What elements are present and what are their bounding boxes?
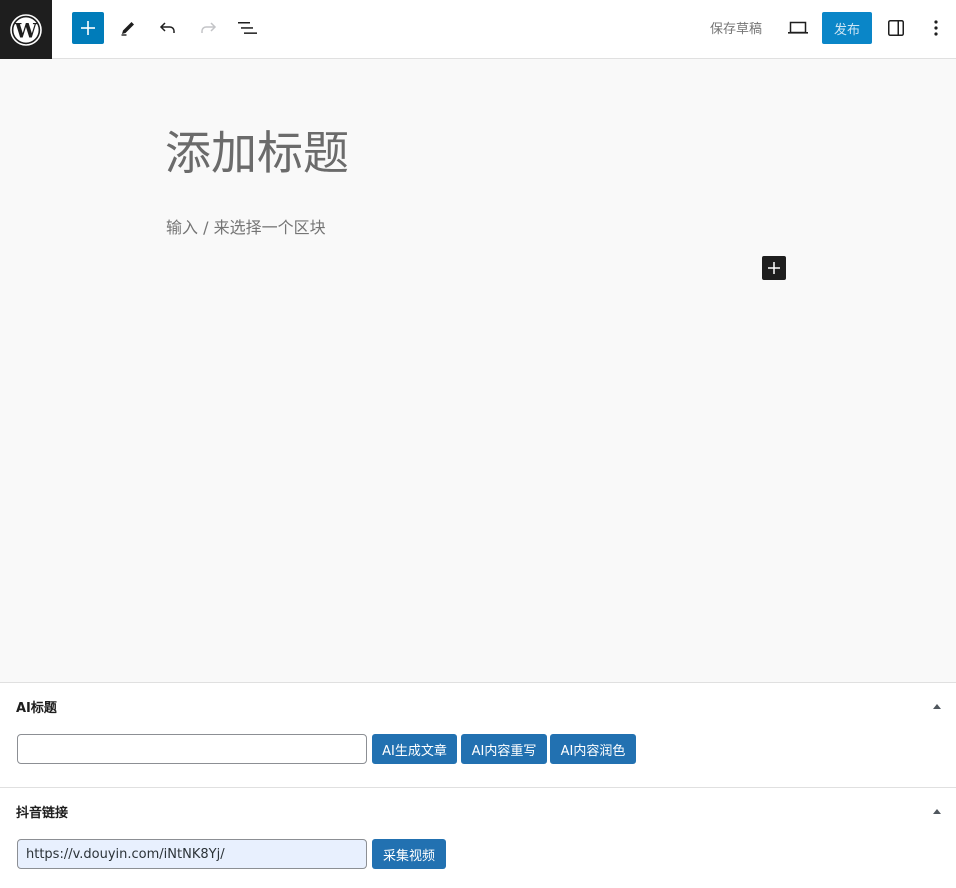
list-view-icon	[238, 22, 257, 34]
options-menu-button[interactable]	[924, 16, 948, 40]
list-view-button[interactable]	[236, 16, 260, 40]
wordpress-logo-icon[interactable]: W	[0, 0, 52, 59]
caret-up-icon	[933, 704, 941, 709]
publish-button[interactable]: 发布	[822, 12, 872, 44]
ai-title-input[interactable]	[17, 734, 367, 764]
editor-canvas: 添加标题 输入 / 来选择一个区块	[0, 59, 956, 682]
redo-icon	[201, 22, 217, 33]
undo-icon	[159, 22, 175, 33]
ai-title-metabox: AI标题 AI生成文章 AI内容重写 AI内容润色	[0, 682, 956, 788]
redo-button[interactable]	[196, 16, 220, 40]
undo-button[interactable]	[156, 16, 180, 40]
post-title-input[interactable]: 添加标题	[165, 117, 349, 183]
svg-text:W: W	[14, 18, 38, 42]
metabox-collapse-toggle[interactable]	[930, 699, 944, 713]
metabox-title: AI标题	[16, 701, 57, 716]
metabox-title: 抖音链接	[16, 806, 69, 821]
plus-icon	[81, 21, 95, 35]
block-placeholder-paragraph[interactable]: 输入 / 来选择一个区块	[166, 214, 326, 238]
douyin-url-input[interactable]	[17, 839, 367, 869]
save-draft-button[interactable]: 保存草稿	[702, 18, 770, 37]
caret-up-icon	[933, 809, 941, 814]
ai-rewrite-content-button[interactable]: AI内容重写	[461, 734, 547, 764]
plus-icon	[768, 262, 780, 274]
metabox-collapse-toggle[interactable]	[930, 804, 944, 818]
settings-sidebar-button[interactable]	[884, 16, 908, 40]
tools-button[interactable]	[116, 16, 140, 40]
ai-polish-content-button[interactable]: AI内容润色	[550, 734, 636, 764]
preview-button[interactable]	[786, 16, 810, 40]
block-inserter-button[interactable]	[72, 12, 104, 44]
pencil-icon	[121, 22, 134, 36]
collect-video-button[interactable]: 采集视频	[372, 839, 446, 869]
laptop-icon	[788, 21, 808, 34]
douyin-link-metabox: 抖音链接 采集视频	[0, 787, 956, 888]
editor-header: W 保存草稿 发布	[0, 0, 956, 59]
kebab-menu-icon	[934, 20, 938, 36]
sidebar-toggle-icon	[888, 20, 904, 36]
ai-generate-article-button[interactable]: AI生成文章	[372, 734, 457, 764]
add-block-button[interactable]	[762, 256, 786, 280]
